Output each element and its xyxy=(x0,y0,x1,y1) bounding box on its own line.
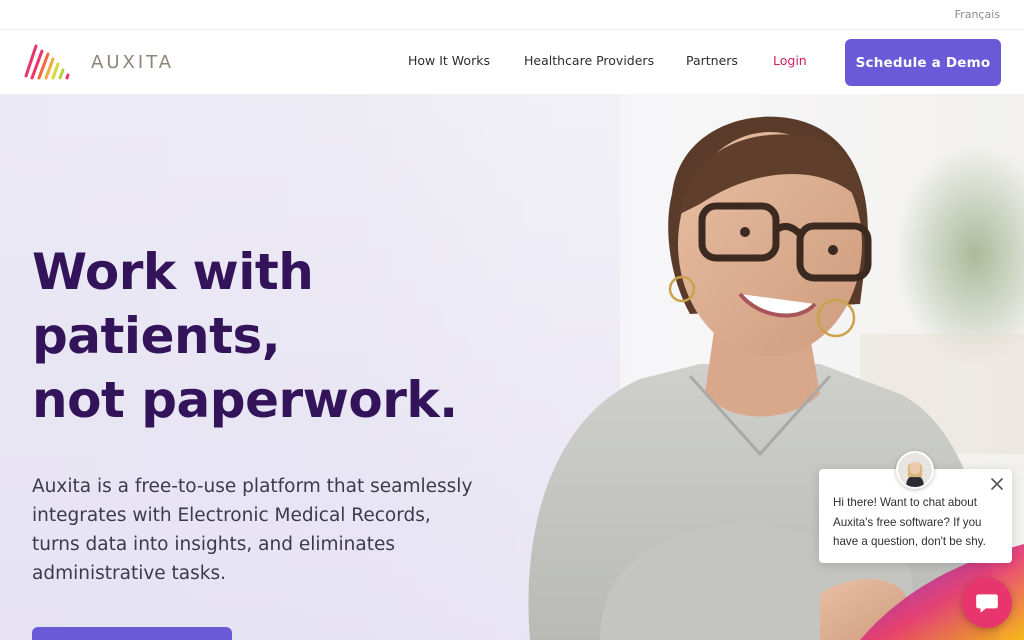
schedule-demo-button[interactable]: Schedule a Demo xyxy=(845,39,1001,86)
hero-headline: Work with patients, not paperwork. xyxy=(32,240,492,432)
headline-line: patients, xyxy=(32,307,281,365)
language-switch-link[interactable]: Français xyxy=(955,8,1000,21)
chat-message-line: Auxita's free software? If you xyxy=(833,515,982,529)
chat-message-line: have a question, don't be shy. xyxy=(833,535,986,548)
nav-how-it-works[interactable]: How It Works xyxy=(408,53,490,68)
close-icon[interactable] xyxy=(990,477,1004,491)
logo-wordmark: AUXITA xyxy=(91,51,175,73)
nav-healthcare-providers[interactable]: Healthcare Providers xyxy=(524,53,654,68)
description-line: turns data into insights, and eliminates xyxy=(32,534,395,555)
description-line: administrative tasks. xyxy=(32,563,227,584)
hero-cta-button[interactable] xyxy=(32,627,232,640)
chat-launcher-button[interactable] xyxy=(962,578,1012,628)
nav-partners[interactable]: Partners xyxy=(686,53,738,68)
auxita-logo-icon xyxy=(24,44,70,80)
headline-line: Work with xyxy=(32,243,314,301)
chat-message-line: Hi there! Want to chat about xyxy=(833,496,977,509)
hero-description: Auxita is a free-to-use platform that se… xyxy=(32,472,482,588)
nav-login[interactable]: Login xyxy=(773,53,807,68)
logo[interactable]: AUXITA xyxy=(24,42,174,82)
chat-message-text: Hi there! Want to chat about Auxita's fr… xyxy=(833,493,998,552)
top-utility-bar: Français xyxy=(0,0,1024,30)
chat-agent-avatar xyxy=(896,451,934,489)
description-line: Auxita is a free-to-use platform that se… xyxy=(32,476,473,497)
chat-bubble-icon xyxy=(976,594,998,613)
main-header: AUXITA How It Works Healthcare Providers… xyxy=(0,30,1024,94)
description-line: integrates with Electronic Medical Recor… xyxy=(32,505,431,526)
headline-line: not paperwork. xyxy=(32,371,458,429)
